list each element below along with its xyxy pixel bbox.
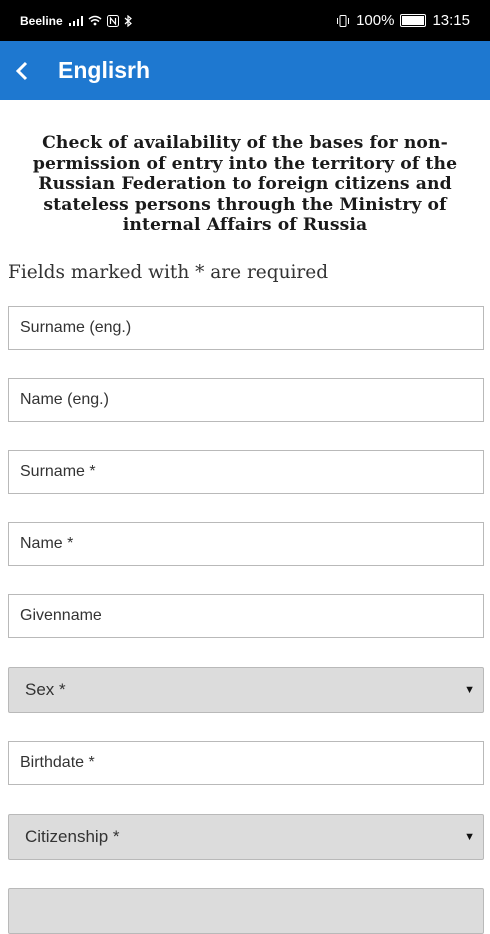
chevron-left-icon bbox=[15, 61, 28, 80]
surname-field[interactable]: Surname * bbox=[8, 450, 484, 494]
battery-icon bbox=[400, 14, 427, 27]
page-heading: Check of availability of the bases for n… bbox=[32, 133, 458, 235]
surname-eng-field[interactable]: Surname (eng.) bbox=[8, 306, 484, 350]
citizenship-select-label: Citizenship * bbox=[25, 827, 120, 846]
app-title: Englisrh bbox=[58, 57, 151, 83]
nfc-icon bbox=[106, 14, 119, 27]
dropdown-arrow-icon: ▼ bbox=[464, 684, 475, 696]
birthdate-field[interactable]: Birthdate * bbox=[8, 741, 484, 785]
signal-icon bbox=[68, 15, 83, 26]
status-bar: Beeline 100% 13:15 bbox=[0, 0, 490, 41]
vibrate-icon bbox=[337, 14, 350, 27]
wifi-icon bbox=[88, 15, 102, 26]
carrier-name: Beeline bbox=[20, 13, 63, 28]
surname-placeholder: Surname * bbox=[20, 463, 96, 480]
status-icons bbox=[68, 14, 132, 27]
battery-percent: 100% bbox=[356, 12, 395, 29]
back-button[interactable] bbox=[0, 41, 44, 100]
clock: 13:15 bbox=[432, 12, 470, 29]
givenname-field[interactable]: Givenname bbox=[8, 594, 484, 638]
sex-select[interactable]: Sex * ▼ bbox=[8, 667, 484, 713]
name-placeholder: Name * bbox=[20, 535, 74, 552]
name-eng-field[interactable]: Name (eng.) bbox=[8, 378, 484, 422]
citizenship-select[interactable]: Citizenship * ▼ bbox=[8, 814, 484, 860]
givenname-placeholder: Givenname bbox=[20, 607, 102, 624]
next-select-partial[interactable] bbox=[8, 888, 484, 934]
status-left: Beeline bbox=[20, 14, 132, 28]
app-bar: Englisrh bbox=[0, 41, 490, 100]
name-field[interactable]: Name * bbox=[8, 522, 484, 566]
bluetooth-icon bbox=[124, 14, 132, 27]
required-fields-note: Fields marked with * are required bbox=[8, 262, 329, 283]
birthdate-placeholder: Birthdate * bbox=[20, 754, 95, 771]
name-eng-placeholder: Name (eng.) bbox=[20, 391, 109, 408]
surname-eng-placeholder: Surname (eng.) bbox=[20, 319, 132, 336]
sex-select-label: Sex * bbox=[25, 680, 66, 699]
status-right: 100% 13:15 bbox=[336, 12, 470, 29]
dropdown-arrow-icon: ▼ bbox=[464, 831, 475, 843]
